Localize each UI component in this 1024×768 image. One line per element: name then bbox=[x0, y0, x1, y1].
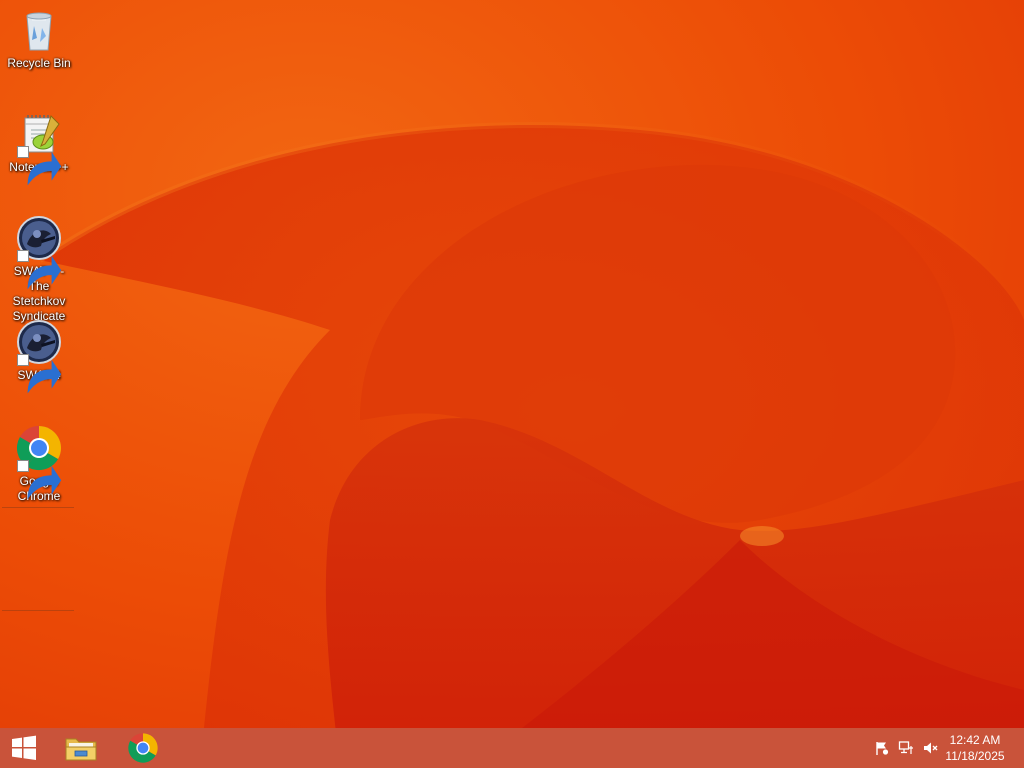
desktop-wallpaper bbox=[0, 0, 1024, 768]
clock-date: 11/18/2025 bbox=[945, 749, 1005, 763]
action-center-tray-button[interactable] bbox=[874, 740, 890, 756]
chrome-taskbar-button[interactable] bbox=[118, 728, 168, 768]
notepad-plus-plus-icon bbox=[15, 110, 63, 186]
clock-time: 12:42 AM bbox=[949, 733, 1001, 747]
recycle-bin-icon bbox=[15, 6, 63, 54]
desktop-icon-notepad-plus-plus[interactable]: Notepad++ bbox=[0, 110, 78, 186]
taskbar-clock[interactable]: 12:42 AM 11/18/2025 bbox=[940, 732, 1010, 764]
network-tray-button[interactable] bbox=[898, 740, 914, 756]
swat4-stetchkov-icon bbox=[15, 214, 63, 290]
flag-icon bbox=[876, 742, 889, 756]
shortcut-arrow-icon bbox=[17, 460, 62, 500]
windows-logo-icon bbox=[12, 735, 36, 760]
taskbar: 12:42 AM 11/18/2025 bbox=[0, 728, 1024, 768]
folder-icon bbox=[65, 738, 97, 761]
shortcut-arrow-icon bbox=[17, 354, 62, 394]
desktop-icon-recycle-bin[interactable]: Recycle Bin bbox=[0, 6, 78, 71]
desktop-icon-swat4-stetchkov[interactable]: SWAT 4 - The Stetchkov Syndicate bbox=[0, 214, 78, 324]
shortcut-arrow-icon bbox=[17, 250, 62, 290]
desktop-icon-label: Recycle Bin bbox=[7, 56, 71, 70]
chrome-icon bbox=[128, 733, 158, 763]
chrome-icon bbox=[15, 424, 63, 500]
start-button[interactable] bbox=[0, 728, 48, 768]
swat4-icon bbox=[15, 318, 63, 394]
network-icon bbox=[898, 741, 913, 754]
desktop[interactable]: Recycle Bin Notepad++ bbox=[0, 0, 1024, 768]
desktop-icon-google-chrome[interactable]: Google Chrome bbox=[0, 424, 78, 504]
shortcut-arrow-icon bbox=[17, 146, 62, 186]
icon-grid-divider bbox=[2, 610, 74, 611]
icon-grid-divider bbox=[2, 507, 74, 508]
volume-tray-button[interactable] bbox=[922, 740, 938, 756]
speaker-muted-icon bbox=[924, 742, 938, 754]
file-explorer-taskbar-button[interactable] bbox=[56, 728, 106, 768]
desktop-icon-swat4[interactable]: SWAT 4 bbox=[0, 318, 78, 394]
